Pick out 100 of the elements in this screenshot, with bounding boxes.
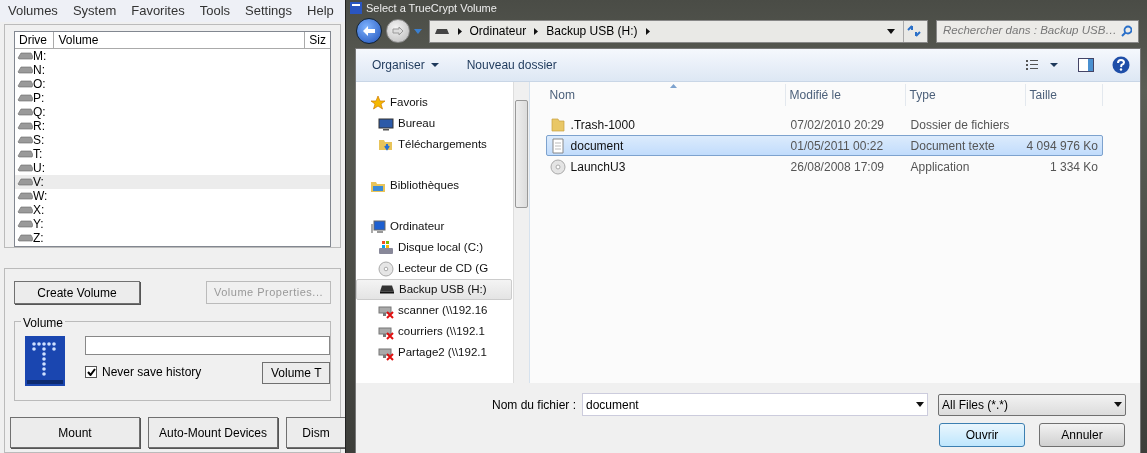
drive-icon	[17, 220, 33, 228]
chevron-icon[interactable]	[457, 27, 462, 35]
nav-item[interactable]: Bibliothèques	[356, 175, 512, 196]
drive-letter: S:	[33, 133, 45, 147]
organize-menu-button[interactable]: Organiser	[366, 56, 445, 74]
drive-letter: P:	[33, 91, 45, 105]
nav-item[interactable]: courriers (\\192.1	[356, 321, 512, 342]
drive-letter: U:	[33, 161, 45, 175]
file-row[interactable]: document 01/05/2011 00:22 Document texte 4 094 976 Ko	[545, 135, 1103, 156]
text-file-icon	[549, 137, 566, 154]
view-options-icon[interactable]	[1026, 59, 1058, 71]
desktop-icon	[378, 115, 394, 132]
new-folder-button[interactable]: Nouveau dossier	[460, 56, 563, 74]
drive-letter: W:	[33, 189, 48, 203]
drive-icon	[379, 285, 395, 294]
drive-letter: X:	[33, 203, 45, 217]
nav-item[interactable]: Lecteur de CD (G	[356, 258, 512, 279]
drive-icon	[17, 206, 33, 214]
drive-icon	[17, 136, 33, 144]
nav-item[interactable]: Partage2 (\\192.1	[356, 342, 512, 363]
truecrypt-logo-icon	[25, 336, 65, 386]
computer-icon	[370, 218, 386, 235]
nav-item[interactable]: scanner (\\192.16	[356, 300, 512, 321]
preview-pane-icon[interactable]	[1078, 58, 1094, 72]
drive-letter: M:	[33, 49, 47, 63]
forward-button[interactable]	[385, 19, 410, 43]
drive-icon	[17, 178, 33, 186]
menu-item[interactable]: System	[72, 1, 117, 21]
breadcrumb[interactable]: Ordinateur	[469, 22, 527, 40]
create-volume-button[interactable]: Create Volume	[14, 281, 140, 304]
drive-icon	[17, 108, 33, 116]
drive-icon	[17, 150, 33, 158]
address-bar[interactable]: Ordinateur Backup USB (H:)	[428, 19, 928, 43]
column-header[interactable]: Volume	[54, 32, 306, 48]
file-name-field[interactable]: document	[582, 393, 928, 416]
volume-path-field[interactable]	[85, 336, 330, 355]
file-modified: 07/02/2010 20:29	[789, 116, 885, 134]
back-arrow-icon	[361, 25, 376, 37]
file-modified: 26/08/2008 17:09	[789, 158, 885, 176]
file-row[interactable]: .Trash-1000 07/02/2010 20:29 Dossier de fichiers	[545, 114, 1103, 135]
file-type: Dossier de fichiers	[909, 116, 1011, 134]
action-button[interactable]: Dism	[286, 417, 345, 448]
window-title: Select a TrueCrypt Volume	[366, 0, 497, 16]
volume-tools-button[interactable]: Volume T	[262, 362, 330, 384]
menu-item[interactable]: Volumes	[8, 1, 58, 21]
drive-icon	[17, 234, 33, 242]
app-icon	[350, 2, 362, 14]
search-field[interactable]: Rechercher dans : Backup USB…	[936, 19, 1139, 43]
action-button[interactable]: Mount	[10, 417, 140, 448]
file-size: 4 094 976 Ko	[1026, 138, 1098, 153]
column-header[interactable]: Taille	[1025, 84, 1103, 106]
drive-icon	[17, 52, 33, 60]
never-save-history-label: Never save history	[102, 364, 202, 381]
menu-item[interactable]: Tools	[199, 1, 231, 21]
nav-item[interactable]: Disque local (C:)	[356, 237, 512, 258]
nav-item[interactable]: Téléchargements	[356, 134, 512, 155]
cancel-button[interactable]: Annuler	[1039, 423, 1125, 447]
drive-icon	[17, 80, 33, 88]
search-placeholder: Rechercher dans : Backup USB…	[943, 23, 1117, 39]
cd-icon	[378, 260, 394, 277]
scrollbar[interactable]	[512, 82, 529, 383]
drive-letter: N:	[33, 63, 45, 77]
menu-item[interactable]: Help	[307, 1, 334, 21]
breadcrumb[interactable]: Backup USB (H:)	[546, 22, 638, 40]
nav-item[interactable]: Bureau	[356, 113, 512, 134]
drive-letter: Z:	[33, 231, 44, 245]
forward-arrow-icon	[391, 26, 404, 36]
file-name: .Trash-1000	[570, 116, 635, 134]
file-row[interactable]: LaunchU3 26/08/2008 17:09 Application 1 334 Ko	[545, 156, 1103, 177]
drive-icon	[17, 164, 33, 172]
action-button[interactable]: Auto-Mount Devices	[148, 417, 278, 448]
nav-item[interactable]: Ordinateur	[356, 216, 512, 237]
drive-letter: V:	[33, 175, 44, 189]
file-type-dropdown[interactable]: All Files (*.*)	[938, 393, 1126, 416]
drive-letter: O:	[33, 77, 46, 91]
column-header[interactable]: Siz	[305, 32, 330, 48]
help-icon[interactable]	[1112, 56, 1130, 74]
drive-icon	[17, 192, 33, 200]
selected-row[interactable]: V:	[15, 175, 330, 189]
file-type: Application	[909, 158, 971, 176]
dropdown-icon[interactable]	[887, 28, 895, 34]
checkbox[interactable]	[85, 366, 97, 378]
open-button[interactable]: Ouvrir	[939, 423, 1025, 447]
back-button[interactable]	[356, 18, 382, 44]
drive-letter: Q:	[33, 105, 46, 119]
chevron-icon[interactable]	[534, 27, 539, 35]
sort-arrow-icon	[669, 84, 677, 88]
nav-item[interactable]: Backup USB (H:)	[356, 279, 512, 300]
file-name: document	[570, 137, 624, 155]
dropdown-icon	[916, 402, 924, 407]
refresh-icon[interactable]	[906, 24, 923, 38]
drive-letter: Y:	[33, 217, 44, 231]
chevron-icon[interactable]	[645, 27, 650, 35]
hard-drive-icon	[378, 239, 394, 256]
menu-item[interactable]: Favorites	[131, 1, 185, 21]
nav-item[interactable]: Favoris	[356, 92, 512, 113]
column-header[interactable]: Drive	[15, 32, 55, 48]
column-header[interactable]: Type	[905, 84, 1026, 106]
column-header[interactable]: Modifié le	[785, 84, 906, 106]
menu-item[interactable]: Settings	[245, 1, 293, 21]
